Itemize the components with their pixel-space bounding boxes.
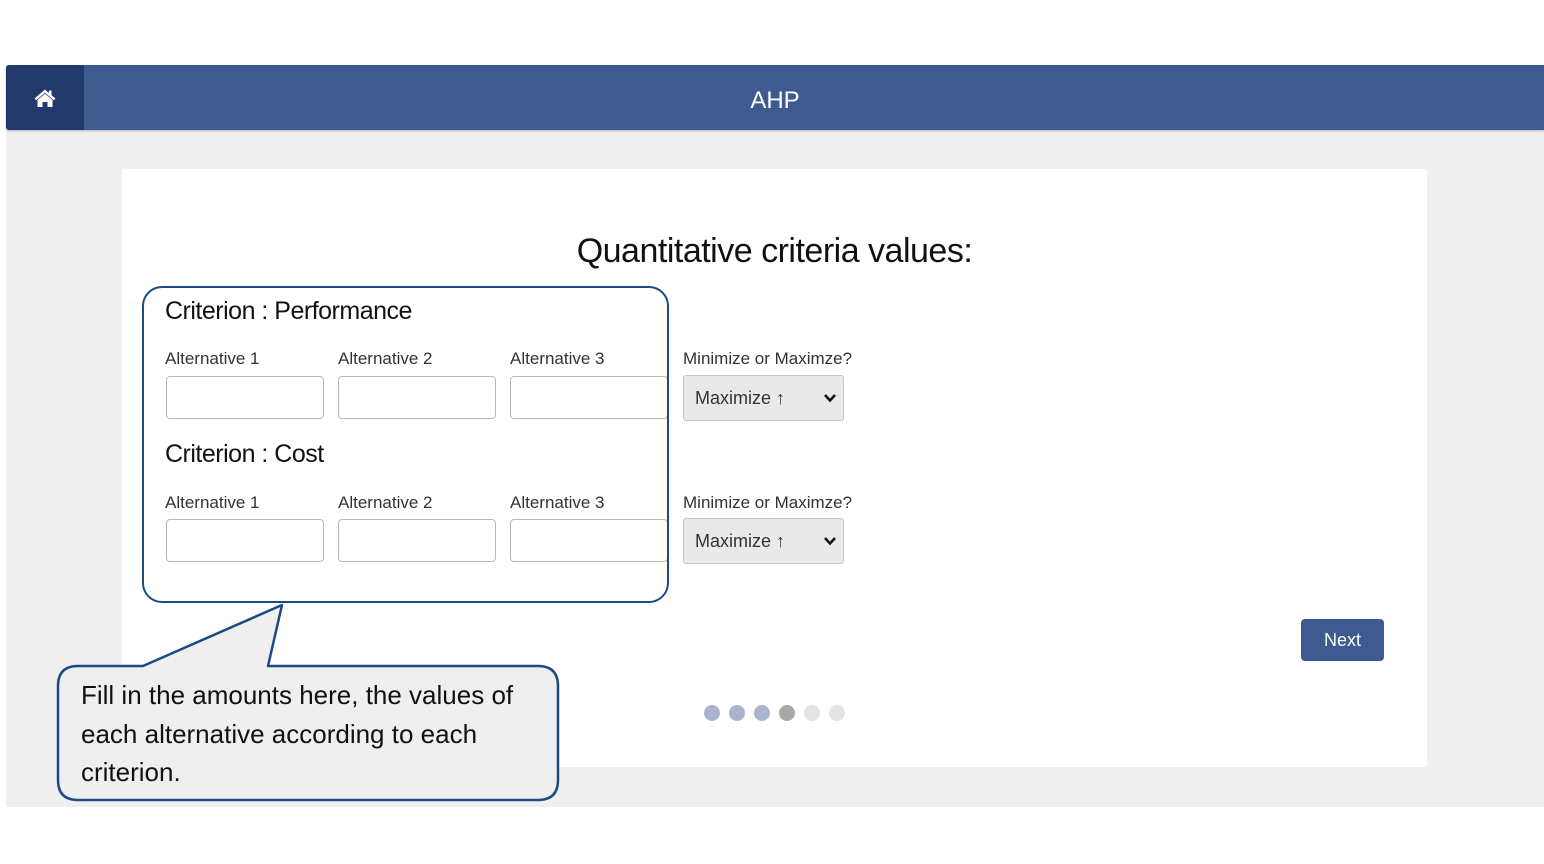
pagination-dot[interactable] (729, 705, 745, 721)
pagination-dot[interactable] (754, 705, 770, 721)
direction-select[interactable]: Maximize ↑ (683, 518, 844, 564)
callout-text: Fill in the amounts here, the values of … (81, 680, 514, 787)
criterion-title: Criterion : Performance (165, 297, 412, 325)
pagination-dot[interactable] (779, 705, 795, 721)
page-title: Quantitative criteria values: (576, 232, 973, 270)
direction-select[interactable]: Maximize ↑ (683, 375, 844, 421)
alternative-3-input[interactable] (510, 519, 668, 562)
pagination-dot[interactable] (829, 705, 845, 721)
alternative-2-input[interactable] (338, 376, 496, 419)
alternative-label: Alternative 2 (338, 493, 433, 512)
alternative-label: Alternative 3 (510, 349, 605, 368)
pagination-dot[interactable] (704, 705, 720, 721)
pagination-dot[interactable] (804, 705, 820, 721)
next-button[interactable]: Next (1301, 619, 1384, 661)
direction-label: Minimize or Maximze? (683, 349, 853, 368)
home-icon (34, 89, 56, 107)
alternative-label: Alternative 2 (338, 349, 433, 368)
home-button[interactable] (6, 65, 84, 130)
alternative-label: Alternative 1 (165, 349, 260, 368)
direction-label: Minimize or Maximze? (683, 493, 853, 512)
alternative-label: Alternative 1 (165, 493, 260, 512)
pagination-dots (704, 705, 845, 721)
direction-select-value: Maximize ↑ (695, 387, 786, 408)
alternative-1-input[interactable] (166, 519, 324, 562)
app-title: AHP (750, 87, 800, 114)
top-navbar: AHP (6, 65, 1544, 130)
alternative-3-input[interactable] (510, 376, 668, 419)
alternative-2-input[interactable] (338, 519, 496, 562)
direction-select-value: Maximize ↑ (695, 530, 786, 551)
alternative-label: Alternative 3 (510, 493, 605, 512)
criterion-title: Criterion : Cost (165, 440, 324, 468)
chevron-down-icon (824, 394, 836, 403)
chevron-down-icon (824, 537, 836, 546)
alternative-1-input[interactable] (166, 376, 324, 419)
